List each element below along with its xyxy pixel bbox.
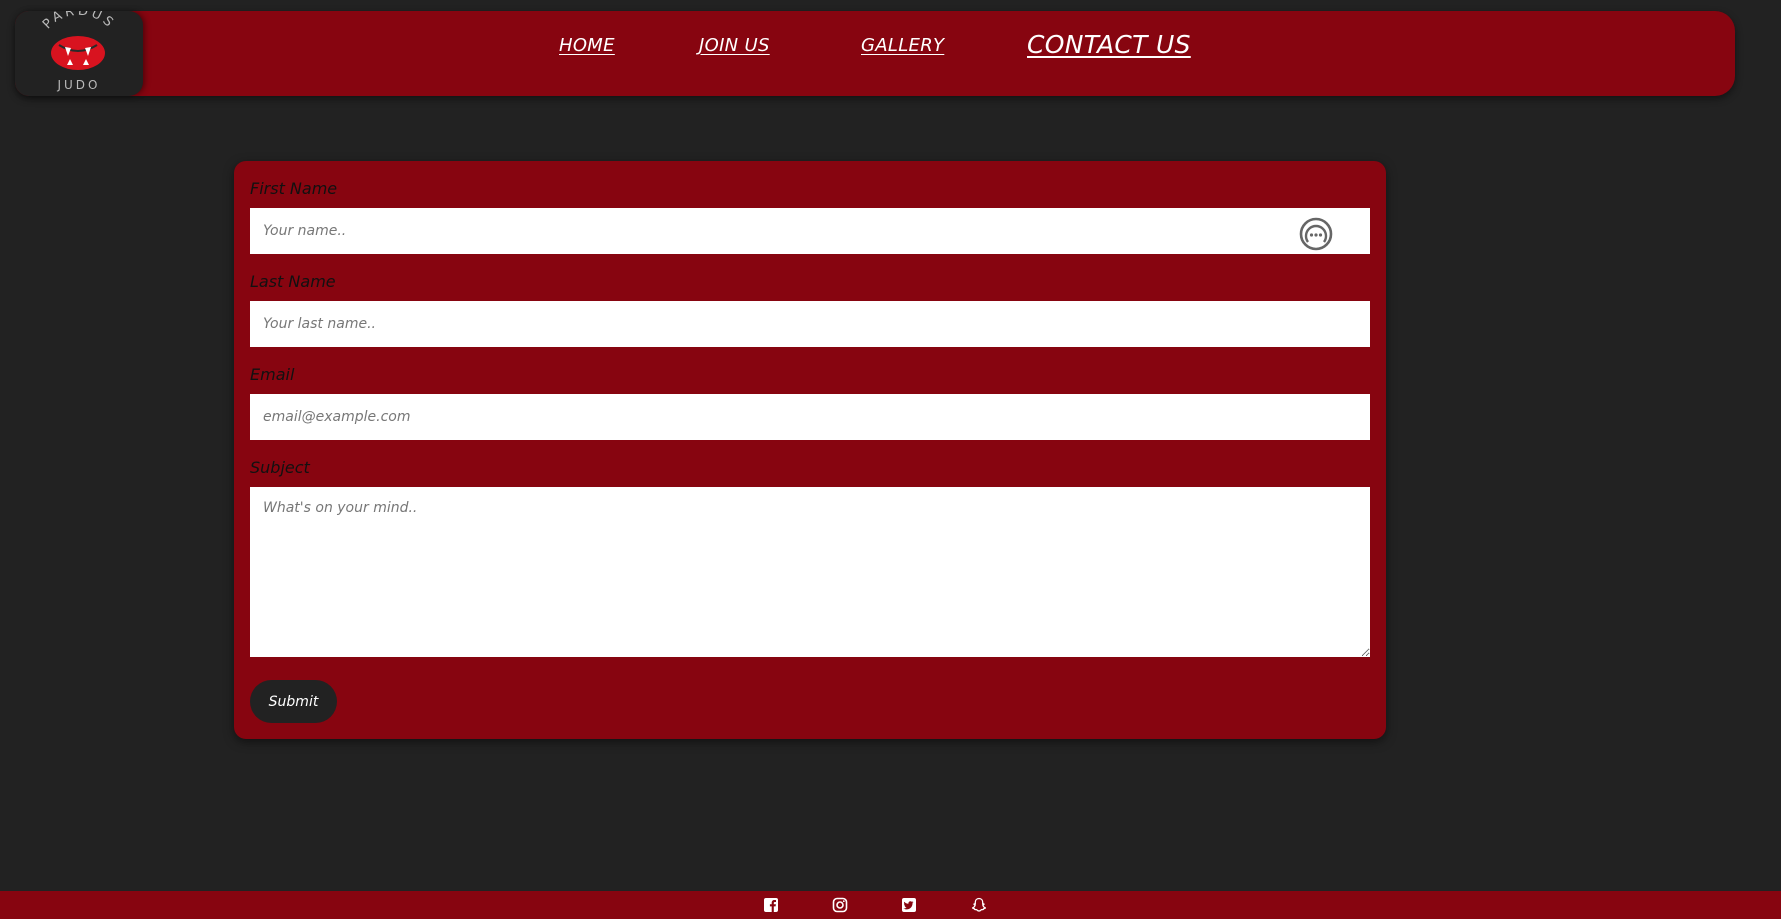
logo-bottom-text: JUDO <box>56 78 100 92</box>
nav-contact-us-link[interactable]: CONTACT US <box>1027 30 1191 59</box>
twitter-icon[interactable] <box>901 897 917 913</box>
first-name-label: First Name <box>250 179 338 198</box>
contact-form: First Name Last Name Email Subject Submi… <box>234 161 1386 739</box>
footer <box>0 891 1781 919</box>
svg-text:PARDUS: PARDUS <box>40 11 118 32</box>
pardus-judo-logo-icon: PARDUS JUDO <box>40 11 118 92</box>
subject-textarea[interactable] <box>250 487 1370 657</box>
last-name-label: Last Name <box>250 272 336 291</box>
email-input[interactable] <box>250 394 1370 440</box>
snapchat-icon[interactable] <box>971 897 987 913</box>
submit-button[interactable]: Submit <box>250 680 337 723</box>
header-bar: HOME JOIN US GALLERY CONTACT US <box>15 11 1735 96</box>
leopard-mouth-icon <box>51 36 105 70</box>
instagram-icon[interactable] <box>832 897 848 913</box>
nav-join-us-link[interactable]: JOIN US <box>699 35 770 56</box>
logo-top-text: PARDUS <box>40 11 115 32</box>
facebook-icon[interactable] <box>763 897 779 913</box>
main-nav: HOME JOIN US GALLERY CONTACT US <box>15 11 1735 96</box>
subject-label: Subject <box>250 458 310 477</box>
nav-home-link[interactable]: HOME <box>559 35 615 56</box>
last-name-input[interactable] <box>250 301 1370 347</box>
site-logo[interactable]: PARDUS JUDO <box>15 11 143 96</box>
email-label: Email <box>250 365 295 384</box>
first-name-input[interactable] <box>250 208 1370 254</box>
nav-gallery-link[interactable]: GALLERY <box>861 35 944 56</box>
password-manager-icon[interactable] <box>1298 216 1334 252</box>
